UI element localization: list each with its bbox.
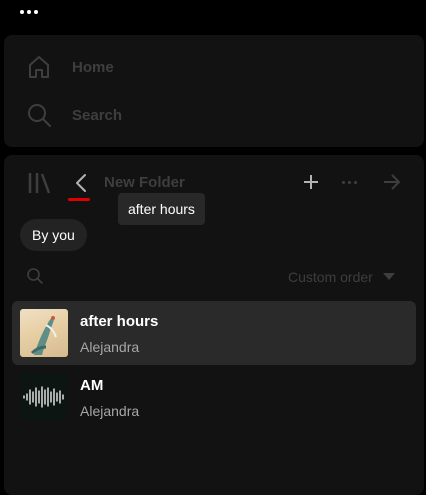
nav-search-label: Search [72, 106, 123, 124]
library-item[interactable]: after hours Alejandra [12, 301, 416, 365]
nav-home-label: Home [72, 58, 114, 76]
item-title: after hours [80, 313, 159, 330]
nav-panel: Home Search [4, 35, 424, 147]
nav-search[interactable]: Search [26, 102, 122, 128]
home-icon [29, 56, 49, 78]
sort-label: Custom order [288, 269, 373, 285]
item-owner: Alejandra [80, 339, 140, 355]
item-owner: Alejandra [80, 403, 140, 419]
album-cover [20, 373, 68, 421]
library-panel: New Folder after hours By you Custom ord… [4, 155, 424, 495]
tooltip: after hours [118, 193, 205, 225]
item-title: AM [80, 377, 104, 394]
library-icon[interactable] [27, 172, 51, 194]
nav-home[interactable]: Home [26, 54, 114, 80]
album-cover [20, 309, 68, 357]
sort-dropdown[interactable]: Custom order [288, 269, 395, 285]
more-options-icon[interactable] [342, 181, 360, 185]
library-item[interactable]: AM Alejandra [12, 365, 416, 429]
folder-title: New Folder [104, 174, 185, 191]
back-underline-mark [68, 198, 90, 201]
search-library-icon[interactable] [26, 267, 44, 285]
window-topbar [0, 0, 426, 34]
caret-down-icon [382, 273, 395, 280]
search-icon [28, 104, 51, 127]
arrow-right-icon[interactable] [382, 173, 402, 191]
more-dots-icon[interactable] [20, 10, 38, 14]
filter-chip-by-you[interactable]: By you [20, 219, 87, 251]
plus-icon[interactable] [302, 173, 320, 191]
back-chevron-icon[interactable] [73, 172, 89, 194]
